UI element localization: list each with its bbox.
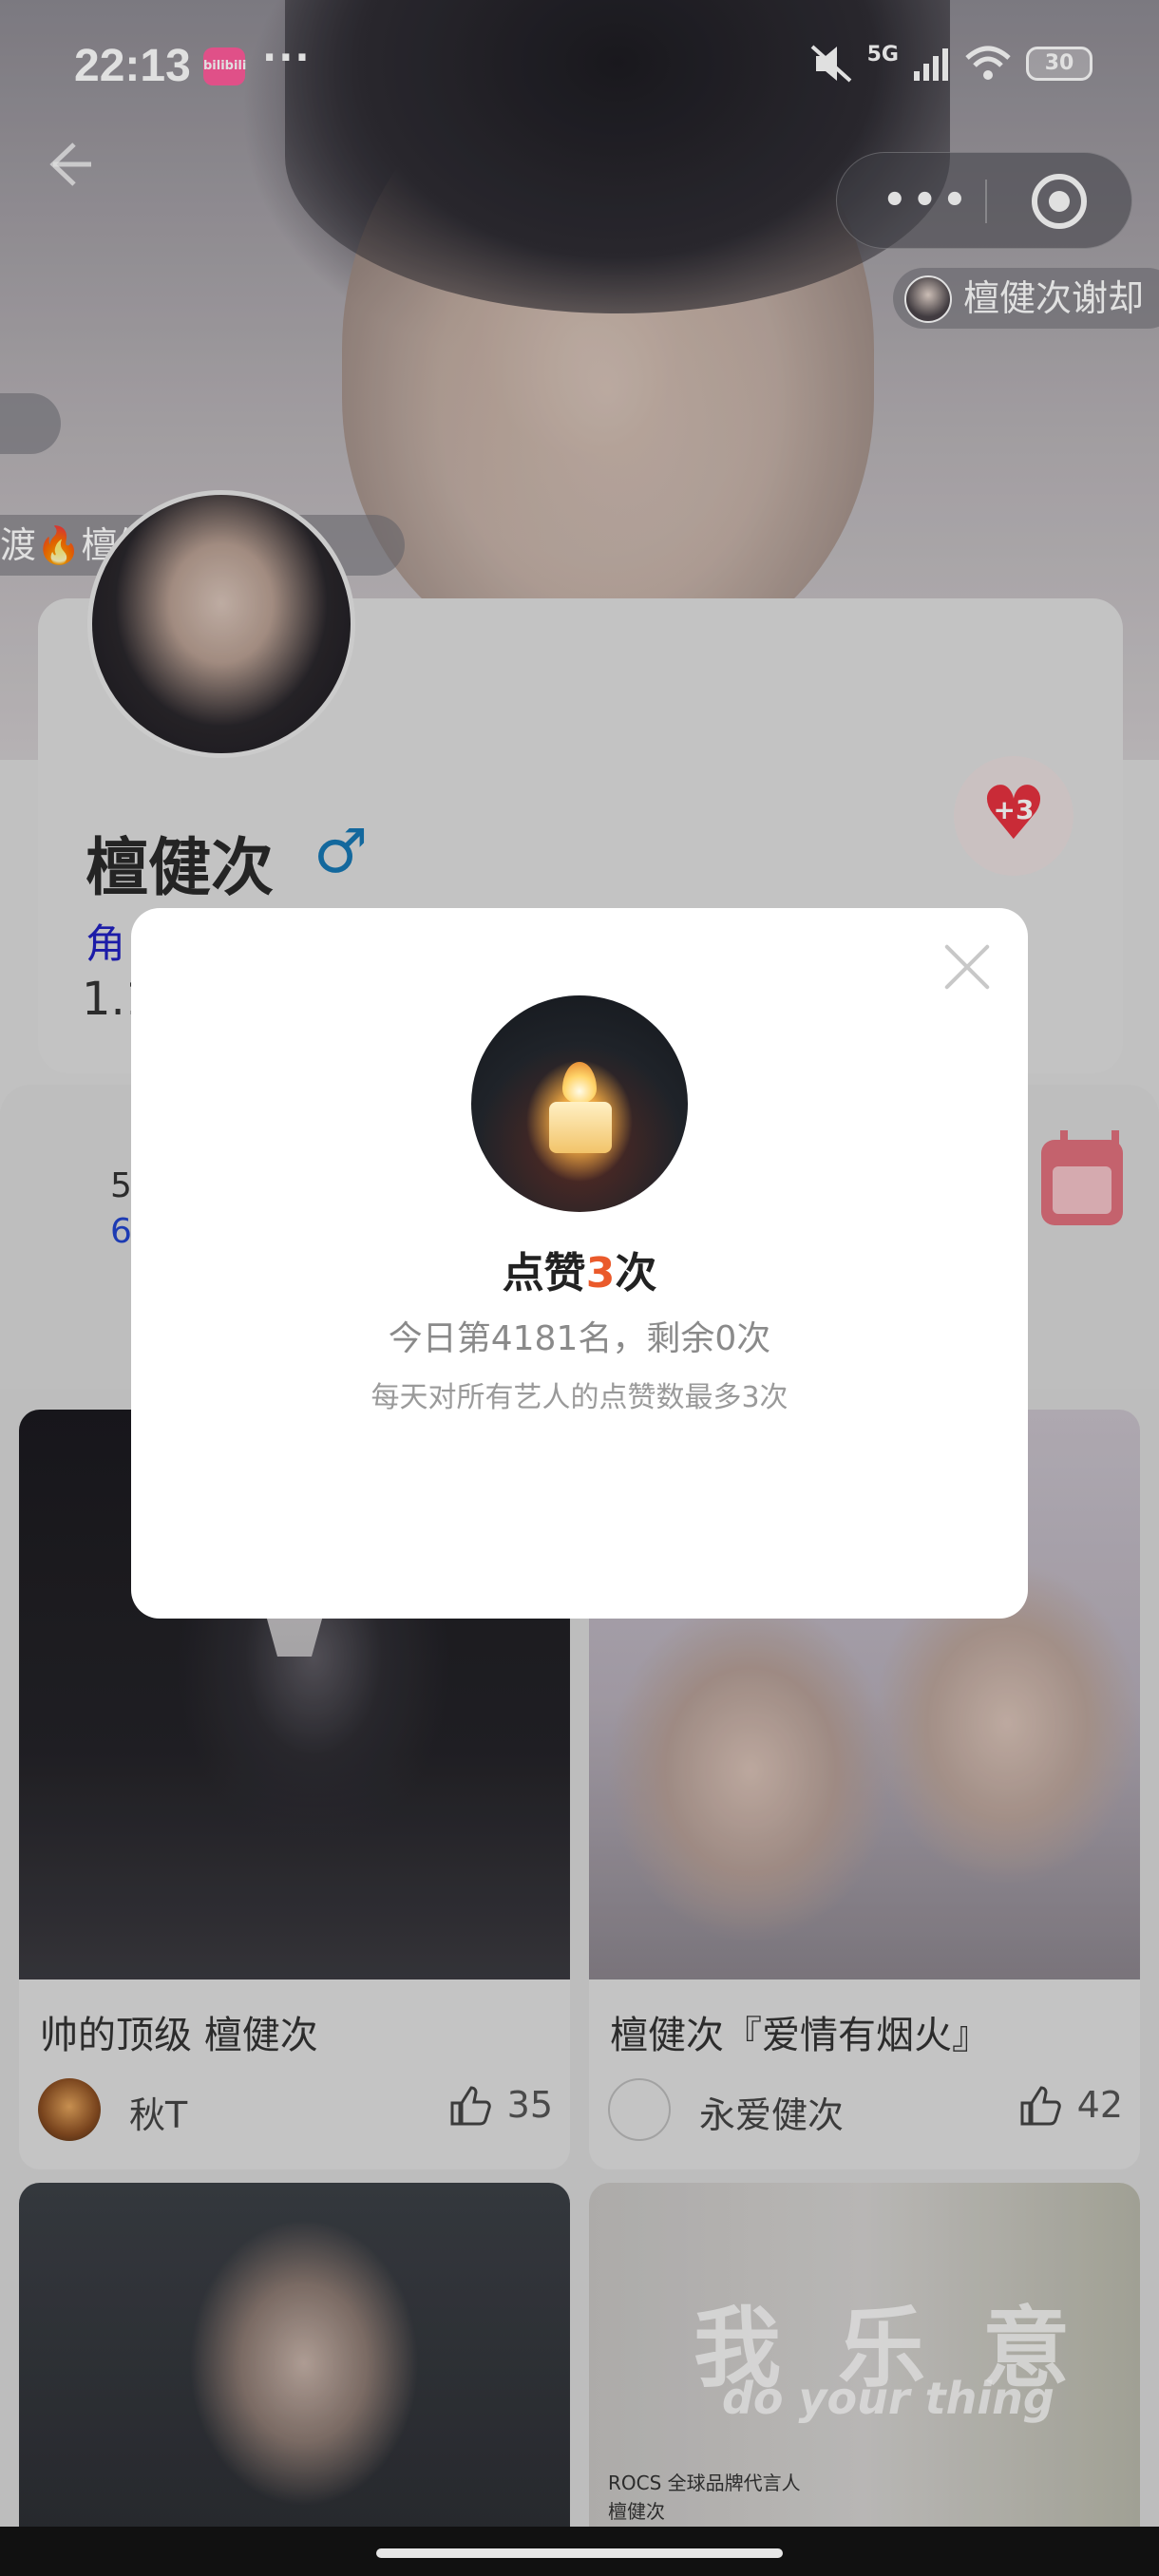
limit-note: 每天对所有艺人的点赞数最多3次 — [370, 1381, 788, 1414]
like-result-modal: 点赞3次 今日第4181名，剩余0次 每天对所有艺人的点赞数最多3次 — [131, 908, 1028, 1619]
close-icon[interactable] — [940, 940, 994, 994]
candle-image — [471, 995, 688, 1212]
like-count-headline: 点赞3次 — [502, 1249, 657, 1297]
rank-text: 今日第4181名，剩余0次 — [388, 1319, 771, 1358]
like-count-number: 3 — [585, 1249, 616, 1297]
home-indicator[interactable] — [376, 2548, 783, 2558]
